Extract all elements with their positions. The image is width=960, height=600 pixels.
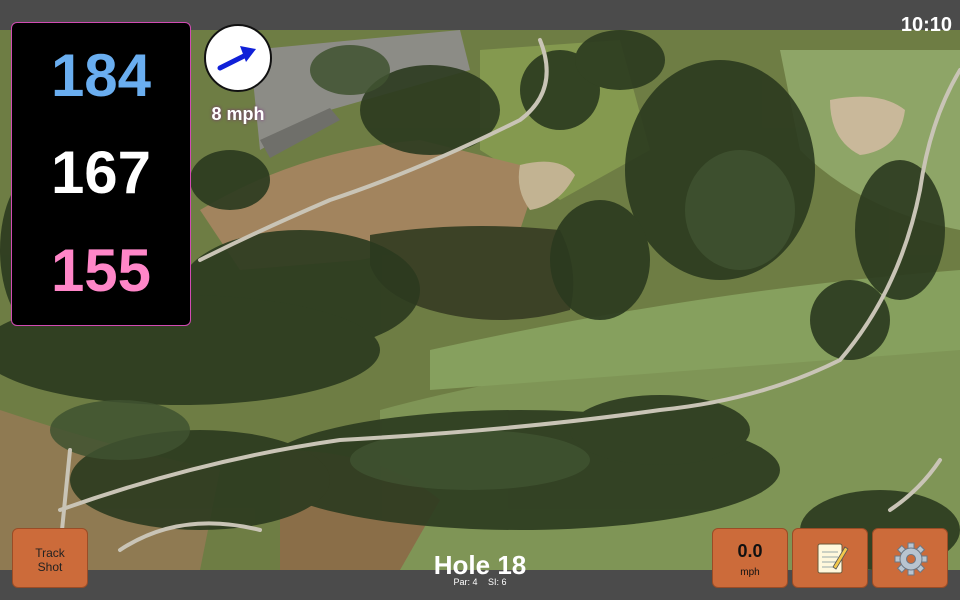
status-time: 10:10 bbox=[900, 14, 952, 36]
track-shot-label-line-1: Track bbox=[35, 546, 65, 560]
middle-distance: 167 bbox=[50, 139, 152, 206]
ball-speed-unit: mph bbox=[740, 567, 760, 578]
arrow-icon bbox=[217, 46, 256, 71]
track-shot-button[interactable]: Track Shot bbox=[12, 528, 88, 588]
hole-stroke-index: SI: 6 bbox=[488, 577, 507, 587]
settings-button[interactable] bbox=[872, 528, 948, 588]
gear-icon bbox=[894, 542, 928, 576]
track-shot-label-line-2: Shot bbox=[37, 560, 63, 574]
notepad-icon bbox=[817, 543, 849, 574]
back-distance: 184 bbox=[50, 42, 152, 109]
distance-panel: 184 167 155 bbox=[11, 22, 191, 326]
hole-info: Par: 4 SI: 6 bbox=[380, 577, 580, 587]
ball-speed-button[interactable]: 0.0 mph bbox=[712, 528, 788, 588]
ball-speed-value: 0.0 bbox=[737, 541, 763, 561]
hole-par: Par: 4 bbox=[453, 577, 478, 587]
front-distance: 155 bbox=[50, 237, 152, 304]
notes-button[interactable] bbox=[792, 528, 868, 588]
wind-speed: 8 mph bbox=[211, 104, 265, 124]
wind-direction-dial bbox=[204, 24, 272, 92]
